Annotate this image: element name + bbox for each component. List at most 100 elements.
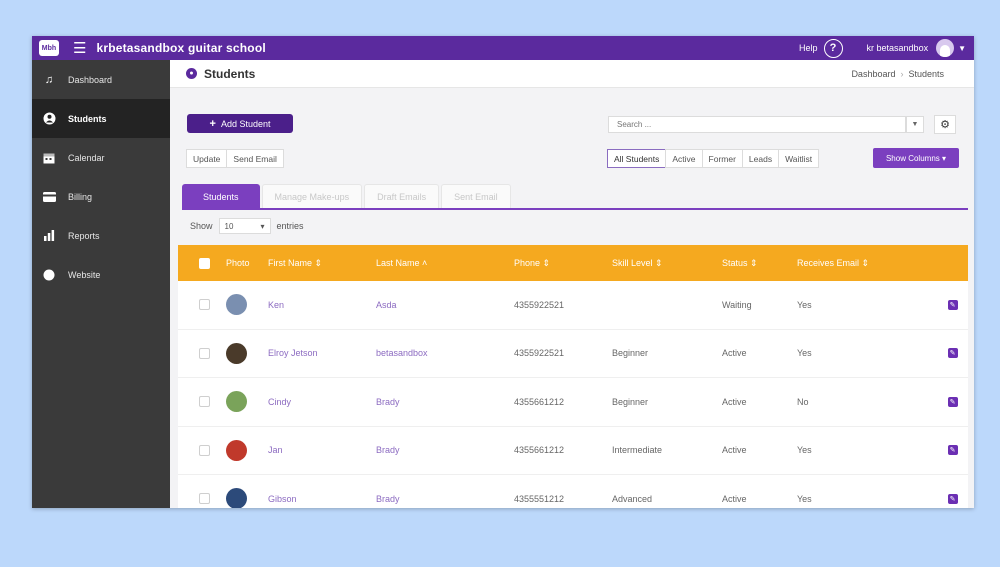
phone-cell: 4355661212 [514,445,565,456]
entries-control: Show 10 ▾ entries [190,218,304,234]
header-status[interactable]: Status ⇕ [722,258,797,269]
top-bar: Mbh ☰ krbetasandbox guitar school Help ?… [32,36,974,60]
last-name-link[interactable]: Brady [376,494,514,504]
bar-chart-icon [42,229,56,243]
last-name-link[interactable]: Asda [376,300,514,310]
table-row: Gibson Brady 4355551212 Advanced Active … [178,475,968,508]
students-table: Photo First Name ⇕ Last Name ˄ Phone ⇕ S… [178,245,968,508]
photo-cell [226,439,268,461]
receives-email-cell: Yes [797,299,812,310]
breadcrumb-dashboard[interactable]: Dashboard [851,69,895,79]
show-columns-button[interactable]: Show Columns ▾ [873,148,959,168]
edit-icon[interactable]: ✎ [947,348,958,359]
phone-cell: 4355661212 [514,396,565,407]
header-first-name[interactable]: First Name ⇕ [268,258,376,269]
sidebar-item-label: Students [68,113,107,124]
user-name[interactable]: kr betasandbox [867,43,929,53]
skill-cell: Beginner [612,348,649,359]
search-input[interactable] [608,116,906,133]
sidebar-item-reports[interactable]: Reports [32,216,170,255]
first-name-link[interactable]: Gibson [268,494,376,504]
edit-icon[interactable]: ✎ [947,299,958,310]
sidebar: ♫ Dashboard Students Calendar Billing Re… [32,60,170,508]
first-name-link[interactable]: Elroy Jetson [268,348,376,358]
status-cell: Waiting [722,299,752,310]
sidebar-item-dashboard[interactable]: ♫ Dashboard [32,60,170,99]
search-dropdown-icon[interactable]: ▼ [906,116,924,133]
tab-students[interactable]: Students [182,184,260,208]
edit-icon[interactable]: ✎ [947,445,958,456]
table-row: Elroy Jetson betasandbox 4355922521 Begi… [178,329,968,378]
student-filter-group: All Students Active Former Leads Waitlis… [607,149,820,168]
help-icon[interactable]: ? [823,38,843,58]
breadcrumb-separator: › [900,68,904,79]
filter-former[interactable]: Former [701,149,743,168]
user-avatar[interactable] [936,39,955,57]
row-checkbox-cell [178,347,226,359]
sidebar-item-billing[interactable]: Billing [32,177,170,216]
sidebar-item-website[interactable]: Website [32,255,170,294]
first-name-link[interactable]: Ken [268,300,376,310]
row-checkbox[interactable] [198,347,210,359]
select-all-checkbox[interactable] [198,257,210,269]
gear-icon[interactable]: ⚙ [934,115,956,134]
last-name-link[interactable]: Brady [376,397,514,407]
skill-cell: Intermediate [612,445,663,456]
chevron-down-icon[interactable]: ▼ [958,44,966,53]
hamburger-menu-icon[interactable]: ☰ [73,41,86,56]
filter-waitlist[interactable]: Waitlist [778,149,820,168]
first-name-link[interactable]: Cindy [268,397,376,407]
row-checkbox[interactable] [198,396,210,408]
receives-email-cell: No [797,396,809,407]
plus-icon: + [209,117,216,130]
tab-sent-email[interactable]: Sent Email [441,184,511,208]
skill-cell: Advanced [612,493,653,504]
header-receives-email[interactable]: Receives Email ⇕ [797,258,937,269]
header-last-name[interactable]: Last Name ˄ [376,258,514,268]
last-name-link[interactable]: Brady [376,445,514,455]
row-checkbox[interactable] [198,444,210,456]
send-email-button[interactable]: Send Email [226,149,284,168]
tab-manage-make-ups[interactable]: Manage Make-ups [261,184,363,208]
row-checkbox[interactable] [198,299,210,311]
app-title: krbetasandbox guitar school [96,41,266,55]
edit-cell: ✎ [937,445,968,456]
phone-cell: 4355922521 [514,299,565,310]
app-logo[interactable]: Mbh [39,40,59,56]
edit-icon[interactable]: ✎ [947,396,958,407]
row-checkbox-cell [178,299,226,311]
help-link[interactable]: Help [799,43,818,53]
edit-cell: ✎ [937,396,968,407]
edit-cell: ✎ [937,493,968,504]
update-button[interactable]: Update [186,149,228,168]
filter-leads[interactable]: Leads [741,149,780,168]
entries-show-label: Show [190,221,213,231]
last-name-link[interactable]: betasandbox [376,348,514,358]
sidebar-item-students[interactable]: Students [32,99,170,138]
breadcrumb: Dashboard › Students [851,69,944,79]
entries-value: 10 [224,221,234,231]
edit-icon[interactable]: ✎ [947,493,958,504]
tab-draft-emails[interactable]: Draft Emails [364,184,440,208]
row-checkbox[interactable] [198,493,210,505]
first-name-link[interactable]: Jan [268,445,376,455]
sidebar-item-calendar[interactable]: Calendar [32,138,170,177]
filter-all-students[interactable]: All Students [607,149,667,168]
photo-cell [226,391,268,413]
header-photo: Photo [226,258,250,268]
status-cell: Active [722,396,747,407]
calendar-icon [42,151,56,165]
filter-active[interactable]: Active [665,149,703,168]
entries-suffix-label: entries [276,221,304,231]
header-phone[interactable]: Phone ⇕ [514,258,612,269]
avatar [226,391,247,413]
phone-cell: 4355551212 [514,493,565,504]
topbar-right: Help ? kr betasandbox ▼ [799,38,974,58]
header-checkbox-cell [178,257,226,269]
row-checkbox-cell [178,396,226,408]
header-skill-level[interactable]: Skill Level ⇕ [612,258,722,269]
add-student-label: Add Student [220,118,271,129]
add-student-button[interactable]: + Add Student [187,114,293,133]
table-row: Ken Asda 4355922521 Waiting Yes ✎ [178,281,968,330]
entries-select[interactable]: 10 ▾ [218,218,271,234]
